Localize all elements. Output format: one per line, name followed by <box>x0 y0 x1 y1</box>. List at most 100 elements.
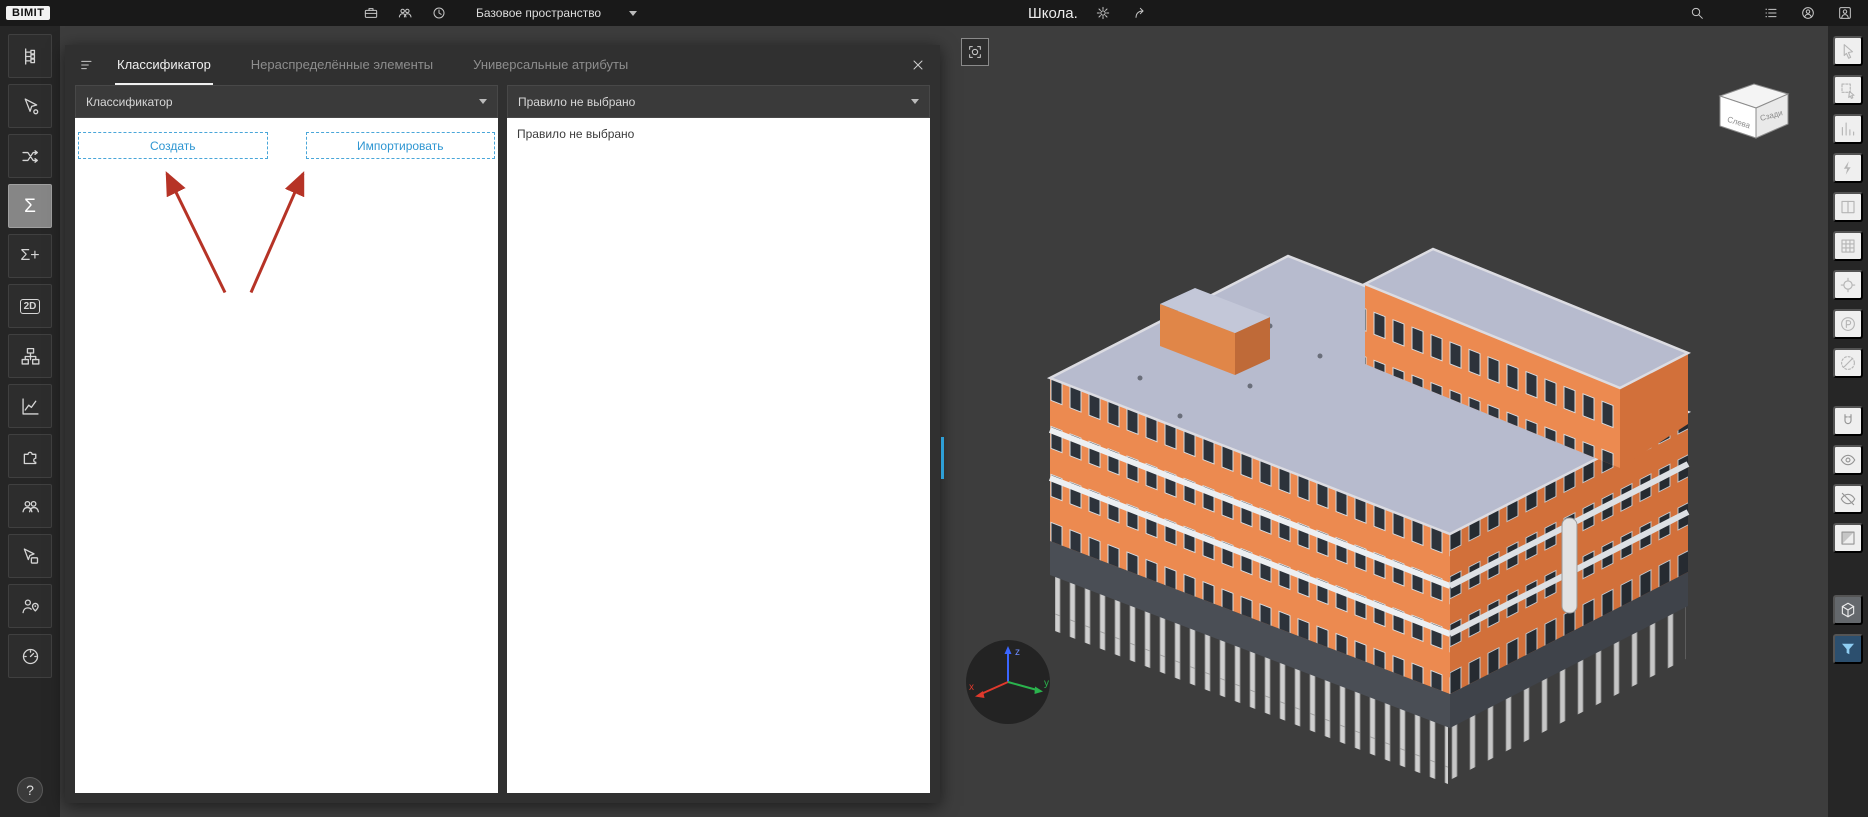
profile-icon <box>1837 5 1853 21</box>
table-view-tool[interactable] <box>1833 231 1863 261</box>
rule-dropdown-value: Правило не выбрано <box>518 95 635 109</box>
classifier-dropdown-value: Классификатор <box>86 95 173 109</box>
line-chart-icon <box>20 396 41 417</box>
project-title: Школа. <box>1028 5 1078 22</box>
flash-icon <box>1839 159 1857 177</box>
topbar-right-tools <box>1684 2 1858 24</box>
frame-select-icon <box>1839 81 1857 99</box>
classifier-dropdown[interactable]: Классификатор <box>75 85 498 118</box>
pick-tag-icon <box>20 546 41 567</box>
show-tool[interactable] <box>1833 445 1863 475</box>
annotation-arrow-create <box>167 174 225 293</box>
globe-user-icon <box>1800 5 1816 21</box>
cursor-icon <box>1839 42 1857 60</box>
briefcase-icon <box>363 5 379 21</box>
gear-icon <box>1095 5 1111 21</box>
connections-tool[interactable] <box>8 134 52 178</box>
select-tool[interactable] <box>8 84 52 128</box>
topbar: BIMIT Базовое пространство Школа. <box>0 0 1868 26</box>
measure-tool[interactable] <box>1833 406 1863 436</box>
properties-panel-tool[interactable] <box>1833 192 1863 222</box>
mask-icon <box>1839 529 1857 547</box>
hide-tool[interactable] <box>1833 484 1863 514</box>
tab-universal-attributes[interactable]: Универсальные атрибуты <box>471 45 630 85</box>
panel-header: Классификатор Нераспределённые элементы … <box>65 45 940 85</box>
filter-icon <box>1839 640 1857 658</box>
classifier-panel: Классификатор Нераспределённые элементы … <box>65 45 940 803</box>
close-icon <box>910 57 926 73</box>
topbar-left-tools: Базовое пространство <box>358 2 637 24</box>
projects-button[interactable] <box>358 2 384 24</box>
locate-tool[interactable] <box>1833 270 1863 300</box>
pointer-tool[interactable] <box>1833 36 1863 66</box>
isolate-tool[interactable] <box>1833 523 1863 553</box>
classifier-content: Создать Импортировать <box>75 118 498 793</box>
sigma-icon: Σ <box>24 197 36 216</box>
topbar-project-area: Школа. <box>1028 2 1154 24</box>
share-button[interactable] <box>1128 2 1154 24</box>
sum-add-tool[interactable]: Σ+ <box>8 234 52 278</box>
search-icon <box>1689 5 1705 21</box>
account-globe-button[interactable] <box>1795 2 1821 24</box>
panel-close-button[interactable] <box>910 57 926 73</box>
transparency-tool[interactable] <box>1833 595 1863 625</box>
focus-icon <box>967 44 983 60</box>
chevron-down-icon <box>911 99 919 104</box>
view-cube[interactable]: Слева Сзади <box>1712 78 1796 146</box>
right-toolbar <box>1828 26 1868 817</box>
profile-button[interactable] <box>1832 2 1858 24</box>
create-classifier-button[interactable]: Создать <box>78 132 268 159</box>
charts-tool[interactable] <box>8 384 52 428</box>
app-logo: BIMIT <box>6 6 50 20</box>
area-select-tool[interactable] <box>1833 75 1863 105</box>
axis-x-label: x <box>969 682 974 693</box>
panel-tabs: Классификатор Нераспределённые элементы … <box>115 45 630 85</box>
filter-tool[interactable] <box>1833 634 1863 664</box>
gauge-icon <box>20 646 41 667</box>
workspace-select[interactable]: Базовое пространство <box>476 6 637 20</box>
history-button[interactable] <box>426 2 452 24</box>
collaboration-button[interactable] <box>392 2 418 24</box>
user-location-tool[interactable] <box>8 584 52 628</box>
plan-mode-tool[interactable] <box>1833 309 1863 339</box>
sigma-plus-icon: Σ+ <box>20 248 39 264</box>
panels-icon <box>1839 198 1857 216</box>
dashboard-tool[interactable] <box>8 634 52 678</box>
notifications-list-button[interactable] <box>1758 2 1784 24</box>
statistics-tool[interactable] <box>1833 114 1863 144</box>
focus-model-button[interactable] <box>961 38 989 66</box>
help-icon: ? <box>26 782 34 798</box>
chevron-down-icon <box>629 11 637 16</box>
select-pointer-icon <box>20 96 41 117</box>
share-icon <box>1133 5 1149 21</box>
annotation-arrow-import <box>251 174 303 293</box>
user-pin-icon <box>20 596 41 617</box>
tab-unassigned-elements[interactable]: Нераспределённые элементы <box>249 45 435 85</box>
quick-actions-tool[interactable] <box>1833 153 1863 183</box>
settings-button[interactable] <box>1090 2 1116 24</box>
sum-tool[interactable]: Σ <box>8 184 52 228</box>
search-button[interactable] <box>1684 2 1710 24</box>
section-cut-tool[interactable] <box>1833 348 1863 378</box>
panel-resize-accent[interactable] <box>941 437 944 479</box>
panel-menu-button[interactable] <box>79 57 95 73</box>
shuffle-icon <box>20 146 41 167</box>
rules-subpanel: Правило не выбрано Правило не выбрано <box>507 85 930 793</box>
puzzle-icon <box>20 446 41 467</box>
team-icon <box>397 5 413 21</box>
plugins-tool[interactable] <box>8 434 52 478</box>
team-tool[interactable] <box>8 484 52 528</box>
workspace-value: Базовое пространство <box>476 6 601 20</box>
plan-2d-tool[interactable]: 2D <box>8 284 52 328</box>
help-button[interactable]: ? <box>17 777 43 803</box>
hierarchy-tool[interactable] <box>8 334 52 378</box>
model-structure-tool[interactable] <box>8 34 52 78</box>
classifier-subpanel: Классификатор Создать Импортировать <box>75 85 498 793</box>
assign-tool[interactable] <box>8 534 52 578</box>
import-classifier-button[interactable]: Импортировать <box>306 132 496 159</box>
rule-dropdown[interactable]: Правило не выбрано <box>507 85 930 118</box>
magnet-icon <box>1839 412 1857 430</box>
left-toolbar: Σ Σ+ 2D ? <box>0 26 60 817</box>
tab-classifier[interactable]: Классификатор <box>115 45 213 85</box>
axis-gizmo[interactable]: z x y <box>963 637 1053 727</box>
